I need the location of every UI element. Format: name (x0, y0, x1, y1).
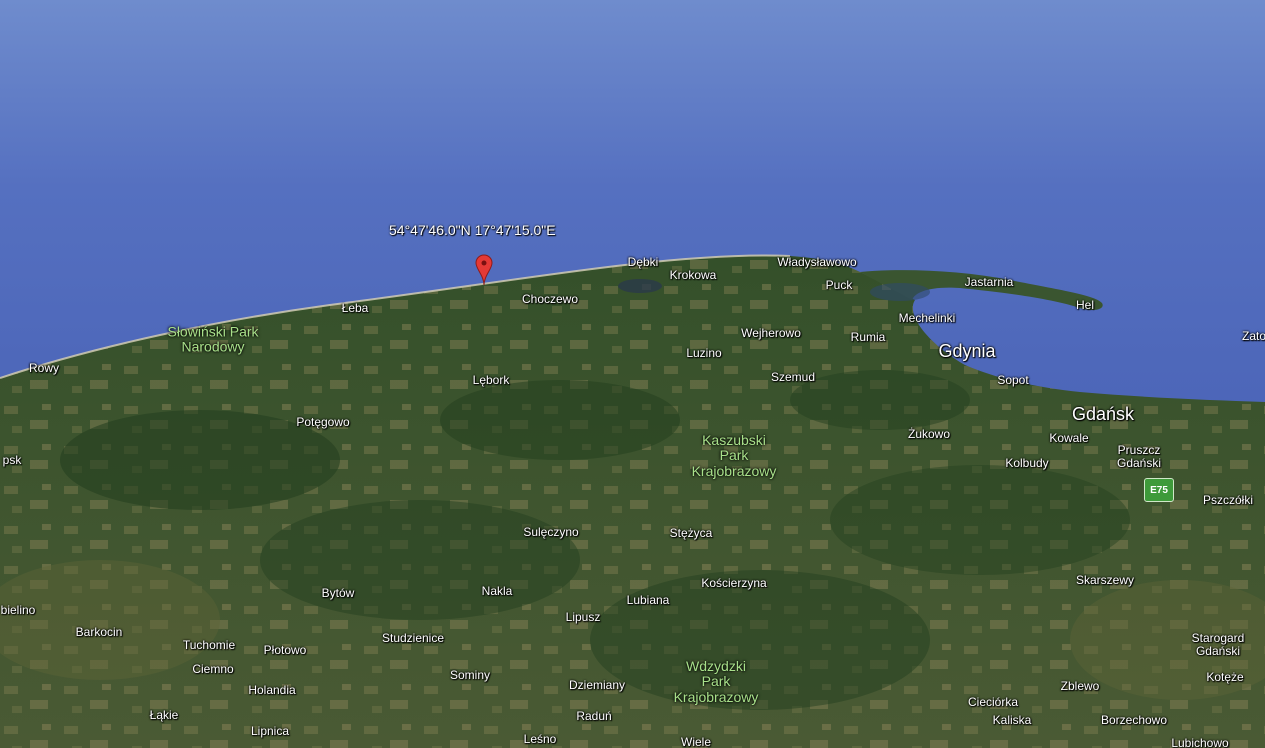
place-label[interactable]: Krokowa (670, 269, 717, 281)
map-viewport[interactable]: 54°47'46.0"N 17°47'15.0"E E75 Rowy Łeba … (0, 0, 1265, 748)
place-label[interactable]: Borzechowo (1101, 714, 1167, 726)
place-label[interactable]: Lipusz (566, 611, 601, 623)
place-label[interactable]: bielino (1, 604, 36, 616)
satellite-terrain (0, 0, 1265, 748)
place-label[interactable]: Barkocin (76, 626, 123, 638)
park-label-line: Narodowy (181, 339, 245, 355)
place-label[interactable]: Lubiana (627, 594, 670, 606)
place-label[interactable]: Kotęże (1206, 671, 1243, 683)
place-label[interactable]: Władysławowo (777, 256, 856, 268)
place-label[interactable]: Leśno (524, 733, 557, 745)
park-label-line: Park (719, 447, 749, 464)
place-label[interactable]: Puck (826, 279, 853, 291)
place-label[interactable]: Luzino (686, 347, 721, 359)
place-label[interactable]: Lubichowo (1171, 737, 1228, 748)
place-label[interactable]: Bytów (322, 587, 355, 599)
place-label[interactable]: Holandia (248, 684, 295, 696)
place-label[interactable]: Pszczółki (1203, 494, 1253, 506)
place-label[interactable]: Zblewo (1061, 680, 1100, 692)
place-label[interactable]: Cieciórka (968, 696, 1018, 708)
place-label[interactable]: Potęgowo (296, 416, 349, 428)
park-label-line: Krajobrazowy (691, 462, 777, 479)
place-label[interactable]: Skarszewy (1076, 574, 1134, 586)
place-label[interactable]: Tuchomie (183, 639, 235, 651)
location-pin-icon[interactable] (475, 254, 493, 286)
road-badge-e75: E75 (1144, 478, 1174, 502)
place-label[interactable]: Sopot (997, 374, 1028, 386)
park-label[interactable]: Słowiński Park Narodowy (167, 324, 258, 356)
place-label[interactable]: Mechelinki (899, 312, 956, 324)
place-label[interactable]: psk (3, 454, 22, 466)
place-label[interactable]: Choczewo (522, 293, 578, 305)
place-label[interactable]: Stężyca (670, 527, 713, 539)
place-label-major[interactable]: Gdynia (938, 342, 995, 360)
place-label[interactable]: Pruszcz Gdański (1116, 443, 1162, 470)
park-label[interactable]: Kaszubski Park Krajobrazowy (691, 432, 777, 479)
place-label[interactable]: Kaliska (993, 714, 1032, 726)
place-label[interactable]: Kolbudy (1005, 457, 1048, 469)
place-label[interactable]: Rowy (29, 362, 59, 374)
place-label[interactable]: Jastarnia (965, 276, 1014, 288)
park-label-line: Park (701, 673, 731, 690)
place-label[interactable]: Rumia (851, 331, 886, 343)
place-label-line: Gdański (1195, 644, 1241, 658)
place-label[interactable]: Dziemiany (569, 679, 625, 691)
place-label[interactable]: Kościerzyna (701, 577, 766, 589)
place-label[interactable]: Nakla (482, 585, 513, 597)
place-label[interactable]: Wejherowo (741, 327, 801, 339)
place-label-line: Gdański (1116, 456, 1162, 470)
place-label[interactable]: Ciemno (192, 663, 233, 675)
place-label[interactable]: Lębork (473, 374, 510, 386)
marker-coordinates-label: 54°47'46.0"N 17°47'15.0"E (389, 222, 556, 238)
place-label[interactable]: Lipnica (251, 725, 289, 737)
place-label[interactable]: Wiele (681, 736, 711, 748)
place-label[interactable]: Raduń (576, 710, 611, 722)
place-label[interactable]: Żukowo (908, 428, 950, 440)
place-label[interactable]: Płotowo (264, 644, 307, 656)
place-label[interactable]: Łeba (342, 302, 369, 314)
place-label[interactable]: Sulęczyno (523, 526, 578, 538)
place-label[interactable]: Sominy (450, 669, 490, 681)
place-label[interactable]: Zato (1242, 330, 1265, 342)
place-label[interactable]: Łąkie (150, 709, 179, 721)
place-label[interactable]: Kowale (1049, 432, 1088, 444)
place-label-major[interactable]: Gdańsk (1072, 405, 1134, 423)
place-label[interactable]: Starogard Gdański (1192, 631, 1245, 658)
place-label[interactable]: Dębki (628, 256, 659, 268)
place-label[interactable]: Studzienice (382, 632, 444, 644)
park-label[interactable]: Wdzydzki Park Krajobrazowy (673, 658, 759, 705)
place-label[interactable]: Hel (1076, 299, 1094, 311)
place-label[interactable]: Szemud (771, 371, 815, 383)
park-label-line: Krajobrazowy (673, 688, 759, 705)
